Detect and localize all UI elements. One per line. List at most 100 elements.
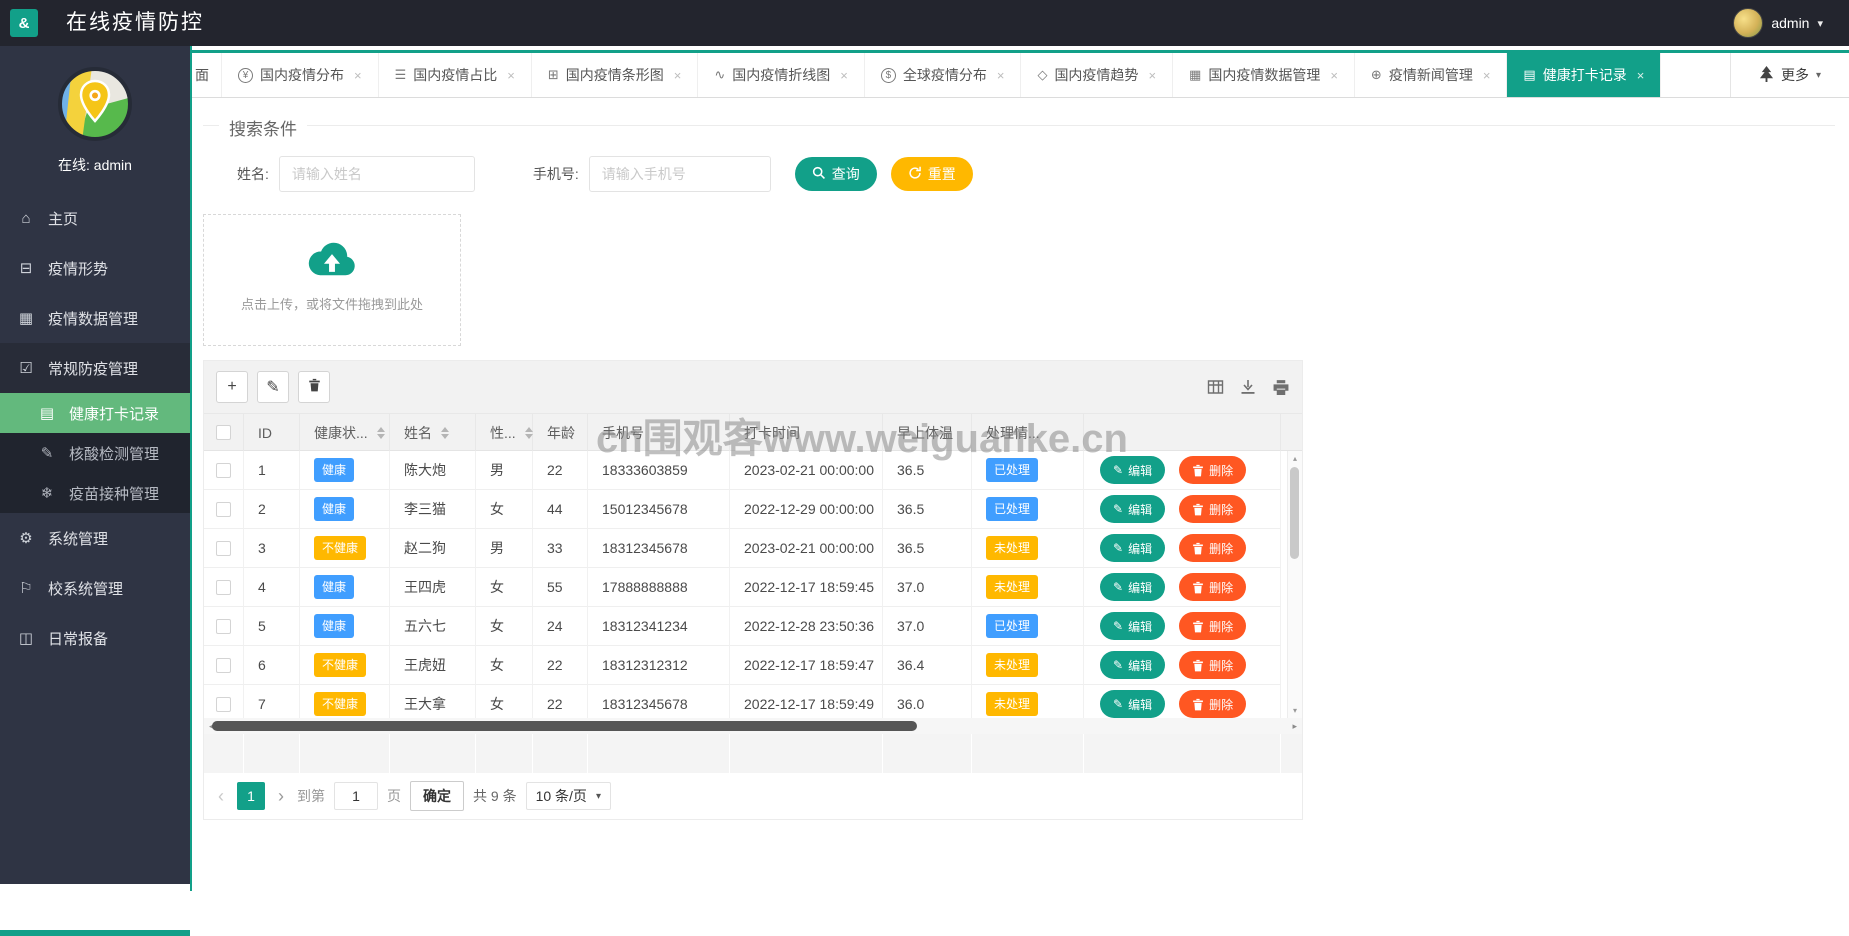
filter-columns-icon[interactable] (1207, 379, 1224, 395)
goto-page-input[interactable] (334, 782, 378, 810)
close-icon[interactable]: × (674, 68, 682, 83)
row-checkbox[interactable] (216, 462, 231, 478)
delete-button[interactable]: 删除 (1179, 573, 1247, 601)
prev-page-icon[interactable]: ‹ (214, 786, 228, 807)
close-icon[interactable]: × (1483, 68, 1491, 83)
upload-dropzone[interactable]: 点击上传，或将文件拖拽到此处 (203, 214, 461, 346)
tab-domestic-trend[interactable]: ◇ 国内疫情趋势 × (1021, 53, 1174, 97)
scroll-up-icon[interactable]: ▴ (1293, 454, 1297, 463)
sidebar-item-daily-report[interactable]: ◫ 日常报备 (0, 613, 190, 663)
sort-icon[interactable] (524, 426, 533, 439)
print-icon[interactable] (1272, 379, 1290, 396)
tab-domestic-proportion[interactable]: ☰ 国内疫情占比 × (379, 53, 532, 97)
scroll-right-icon[interactable]: ▸ (1292, 721, 1297, 732)
horizontal-scrollbar-thumb[interactable] (212, 721, 917, 731)
add-row-button[interactable]: + (216, 371, 248, 403)
edit-button[interactable]: ✎ 编辑 (1100, 456, 1166, 484)
horizontal-scrollbar[interactable]: ◂ ▸ (204, 718, 1302, 734)
edit-button[interactable]: ✎ 编辑 (1100, 573, 1166, 601)
sort-icon[interactable] (441, 426, 449, 439)
search-section-title: 搜索条件 (219, 115, 307, 140)
close-icon[interactable]: × (1330, 68, 1338, 83)
plus-icon: + (227, 378, 237, 395)
edit-button[interactable]: ✎ 编辑 (1100, 534, 1166, 562)
edit-button-label: 编辑 (1128, 541, 1153, 556)
header-checkbox[interactable] (216, 425, 231, 440)
tab-health-checkin-records[interactable]: ▤ 健康打卡记录 × (1507, 53, 1662, 97)
tab-global-distribution[interactable]: $ 全球疫情分布 × (865, 53, 1022, 97)
sidebar-item-system-mgmt[interactable]: ⚙ 系统管理 (0, 513, 190, 563)
online-user-label: 在线: admin (58, 157, 132, 173)
tab-domestic-bar-chart[interactable]: ⊞ 国内疫情条形图 × (532, 53, 699, 97)
empty-cell (588, 734, 730, 773)
sidebar-item-routine-prevention-mgmt[interactable]: ☑ 常规防疫管理 (0, 343, 190, 393)
line-chart-icon: ∿ (714, 67, 726, 82)
confirm-page-button[interactable]: 确定 (410, 781, 464, 811)
close-icon[interactable]: × (1637, 68, 1645, 83)
sort-icon[interactable] (376, 426, 385, 439)
row-checkbox[interactable] (216, 618, 231, 634)
close-icon[interactable]: × (840, 68, 848, 83)
sidebar-item-epidemic-data-mgmt[interactable]: ▦ 疫情数据管理 (0, 293, 190, 343)
cell-id: 7 (244, 685, 300, 718)
tab-label: 国内疫情折线图 (732, 67, 831, 83)
cell-phone: 18312345678 (588, 685, 730, 718)
export-icon[interactable] (1240, 379, 1256, 395)
query-button[interactable]: 查询 (794, 157, 877, 191)
cell-select (204, 490, 244, 529)
close-icon[interactable]: × (1148, 68, 1156, 83)
column-header-label: ID (258, 424, 272, 441)
row-checkbox[interactable] (216, 540, 231, 556)
delete-button[interactable]: 删除 (1179, 534, 1247, 562)
health-badge: 健康 (314, 497, 355, 521)
row-checkbox[interactable] (216, 696, 231, 712)
phone-input[interactable] (588, 156, 771, 192)
name-input[interactable] (278, 156, 475, 192)
delete-row-button[interactable] (298, 371, 330, 403)
cell-checkin-time: 2022-12-17 18:59:47 (730, 646, 883, 685)
row-checkbox[interactable] (216, 501, 231, 517)
tab-epidemic-news-mgmt[interactable]: ⊕ 疫情新闻管理 × (1355, 53, 1508, 97)
close-icon[interactable]: × (507, 68, 515, 83)
close-icon[interactable]: × (997, 68, 1005, 83)
sidebar-item-health-checkin-records[interactable]: ▤ 健康打卡记录 (0, 393, 190, 433)
cell-phone: 17888888888 (588, 568, 730, 607)
edit-button[interactable]: ✎ 编辑 (1100, 690, 1166, 718)
tab-partial-first[interactable]: 面 (192, 53, 222, 97)
vertical-scrollbar[interactable]: ▴ ▾ (1287, 451, 1302, 718)
delete-button[interactable]: 删除 (1179, 456, 1247, 484)
tab-domestic-distribution[interactable]: ¥ 国内疫情分布 × (222, 53, 379, 97)
edit-button[interactable]: ✎ 编辑 (1100, 495, 1166, 523)
trash-icon (1192, 659, 1204, 672)
edit-button[interactable]: ✎ 编辑 (1100, 612, 1166, 640)
close-icon[interactable]: × (354, 68, 362, 83)
delete-button[interactable]: 删除 (1179, 612, 1247, 640)
sidebar-item-epidemic-situation[interactable]: ⊟ 疫情形势 (0, 243, 190, 293)
vertical-scrollbar-thumb[interactable] (1290, 467, 1299, 559)
sidebar-item-label: 日常报备 (48, 630, 109, 648)
reset-button[interactable]: 重置 (890, 157, 973, 191)
current-page-button[interactable]: 1 (237, 782, 265, 810)
edit-button[interactable]: ✎ 编辑 (1100, 651, 1166, 679)
delete-button[interactable]: 删除 (1179, 495, 1247, 523)
more-tabs-dropdown[interactable]: 更多 ▾ (1729, 53, 1849, 97)
edit-row-button[interactable]: ✎ (257, 371, 289, 403)
sidebar-item-vaccine-mgmt[interactable]: ❄ 疫苗接种管理 (0, 473, 190, 513)
tab-domestic-data-mgmt[interactable]: ▦ 国内疫情数据管理 × (1173, 53, 1355, 97)
sidebar-menu: ⌂ 主页 ⊟ 疫情形势 ▦ 疫情数据管理 ☑ 常规防疫管理 ▤ 健康打卡记录 ✎ 核酸检测管理 ❄ 疫苗接… (0, 193, 190, 663)
next-page-icon[interactable]: › (274, 786, 288, 807)
row-checkbox[interactable] (216, 579, 231, 595)
reset-button-label: 重置 (927, 166, 956, 182)
tab-domestic-line-chart[interactable]: ∿ 国内疫情折线图 × (698, 53, 865, 97)
scroll-down-icon[interactable]: ▾ (1293, 706, 1297, 715)
column-header: 早上体温 (883, 414, 972, 451)
sidebar-item-nucleic-acid-mgmt[interactable]: ✎ 核酸检测管理 (0, 433, 190, 473)
page-size-select[interactable]: 10 条/页 ▾ (525, 782, 611, 810)
column-header: 打卡时间 (730, 414, 883, 451)
row-checkbox[interactable] (216, 657, 231, 673)
delete-button[interactable]: 删除 (1179, 651, 1247, 679)
sidebar-item-home[interactable]: ⌂ 主页 (0, 193, 190, 243)
user-menu[interactable]: admin ▾ (1733, 0, 1823, 46)
sidebar-item-school-system-mgmt[interactable]: ⚐ 校系统管理 (0, 563, 190, 613)
delete-button[interactable]: 删除 (1179, 690, 1247, 718)
